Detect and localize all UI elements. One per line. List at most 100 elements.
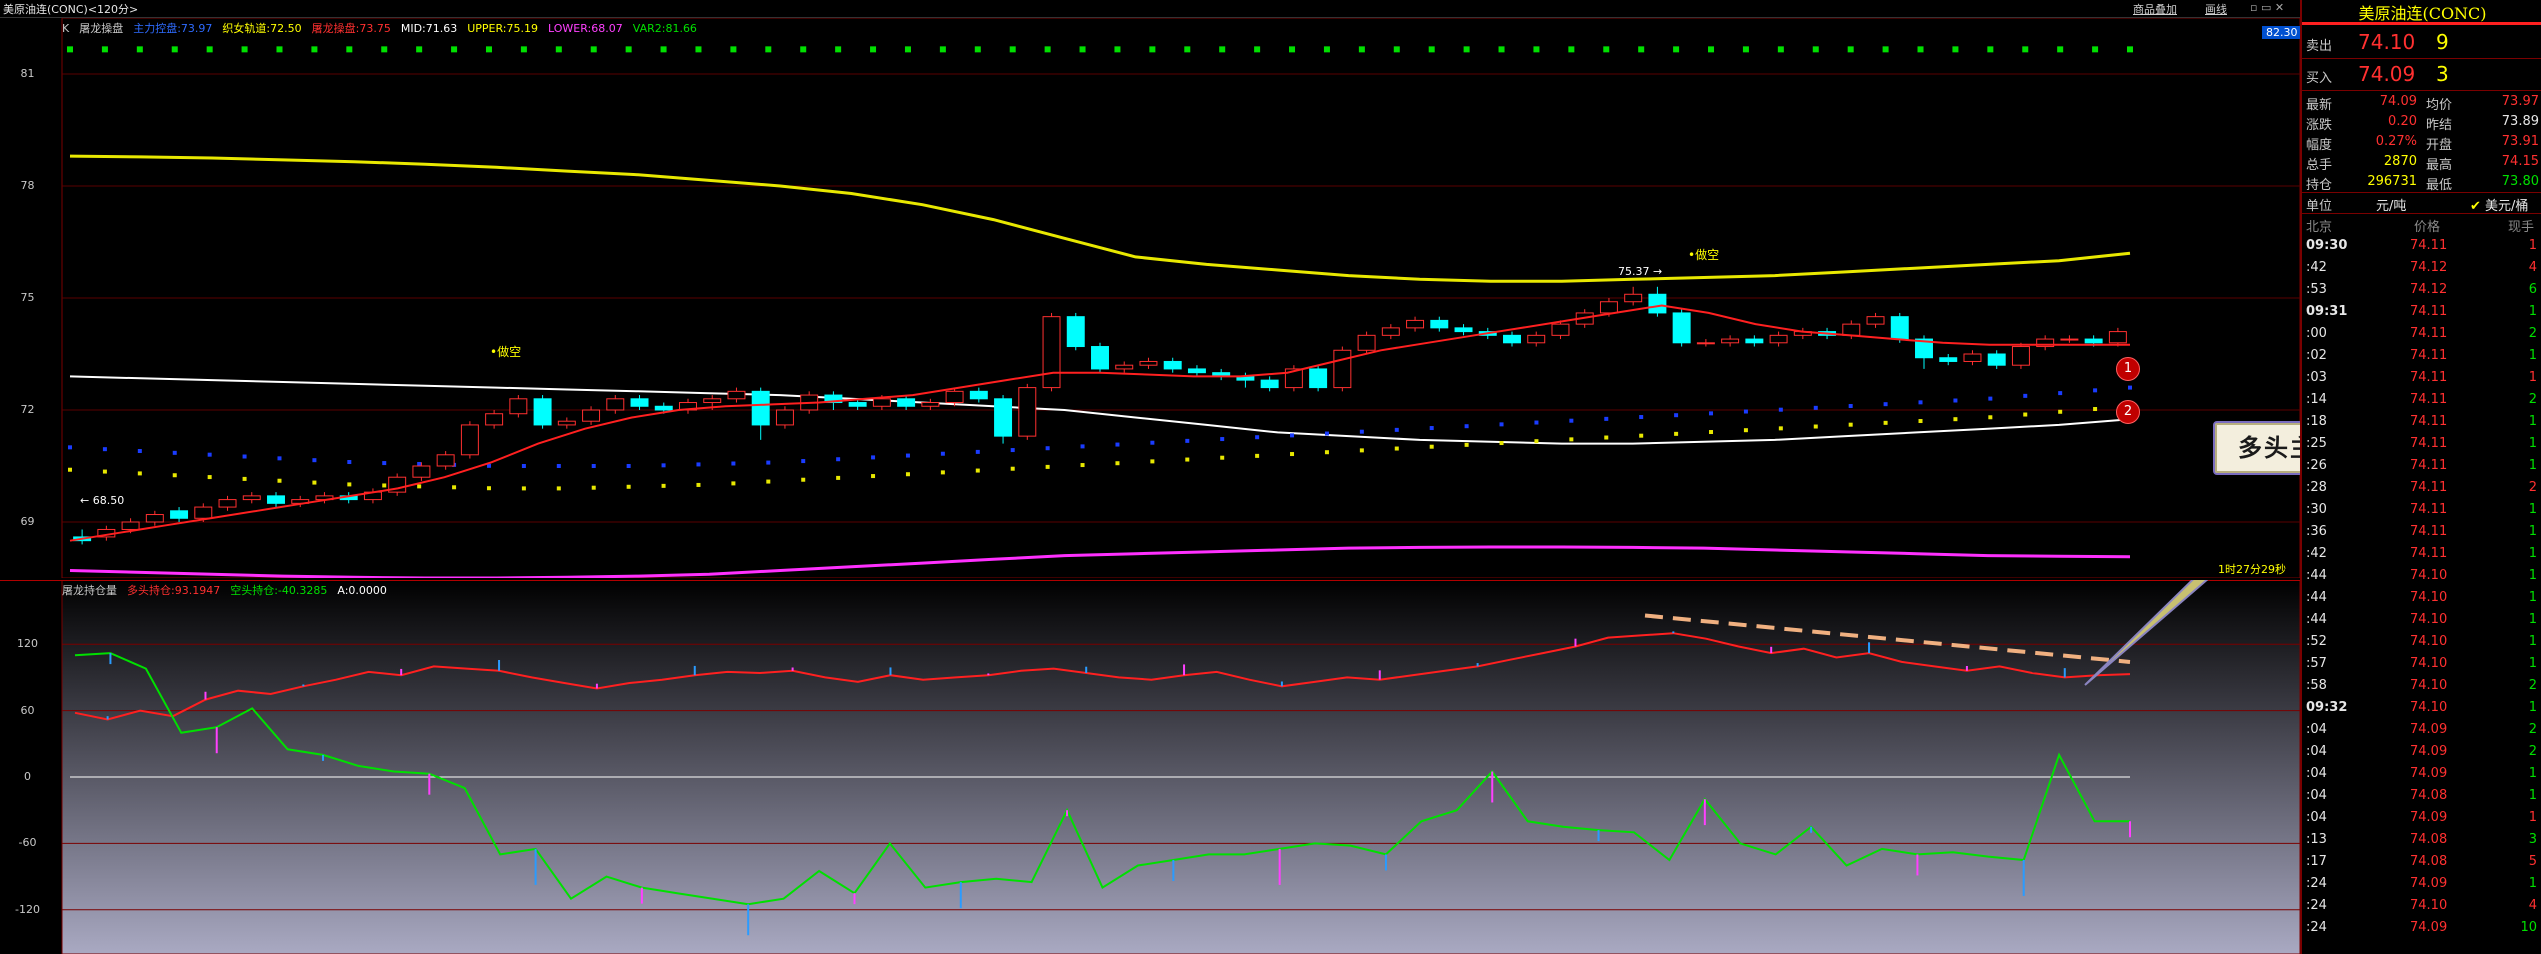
tick-volume: 1 (2528, 590, 2537, 605)
overlay-menu[interactable]: 商品叠加 (2133, 1, 2177, 17)
tick-price: 74.10 (2410, 678, 2448, 693)
low-label: ← 68.50 (80, 494, 125, 507)
var2-dot (1149, 46, 1156, 53)
y-tick-label: 78 (20, 179, 35, 192)
sell-volume: 9 (2436, 30, 2449, 54)
candle-body (848, 402, 867, 407)
tick-price: 74.10 (2410, 634, 2448, 649)
tick-row: :52 74.10 1 (2302, 632, 2541, 654)
sub-y-tick-label: -120 (15, 902, 40, 916)
var2-dot (625, 46, 632, 53)
unit-option[interactable]: ✔ 美元/桶 (2470, 195, 2528, 214)
candle-body (1599, 301, 1618, 314)
control-dot (1848, 404, 1853, 409)
tick-time: :57 (2306, 656, 2327, 671)
track-dot (1883, 420, 1888, 425)
candle-body (1042, 316, 1061, 389)
control-dot (242, 454, 247, 459)
track-dot (836, 475, 841, 480)
candle-body (1696, 342, 1715, 345)
stat-row: 涨跌 0.20 昨结 73.89 (2302, 112, 2541, 133)
control-dot (905, 453, 910, 458)
main_panel-legend-item: 屠龙操盘:73.75 (311, 22, 391, 35)
buy-volume: 3 (2436, 62, 2449, 86)
tick-volume: 6 (2528, 282, 2537, 297)
tick-time: :28 (2306, 480, 2327, 495)
stat-label: 幅度 (2306, 138, 2333, 153)
position-chart[interactable] (0, 580, 2300, 954)
candle-body (194, 506, 213, 519)
tick-time: :04 (2306, 788, 2327, 803)
stat-value: 0.20 (2388, 114, 2417, 129)
unit-value[interactable]: 元/吨 (2376, 195, 2406, 214)
quote-title: 美原油连(CONC) (2302, 0, 2541, 25)
control-dot (1045, 446, 1050, 451)
tick-time: :52 (2306, 634, 2327, 649)
track-dot (2023, 412, 2028, 417)
candle-body (945, 390, 964, 404)
marker-badge-2: 2 (2116, 400, 2140, 424)
track-dot (1674, 431, 1679, 436)
var2-dot (1673, 46, 1680, 53)
var2-dot (67, 46, 73, 53)
tick-time: :24 (2306, 898, 2327, 913)
draw-menu[interactable]: 画线 (2205, 1, 2227, 17)
tick-volume: 2 (2528, 722, 2537, 737)
stat-label: 最高 (2426, 158, 2453, 173)
stat-value: 73.97 (2501, 94, 2539, 109)
stat-value: 74.15 (2501, 154, 2539, 169)
buy-label: 买入 (2306, 71, 2333, 86)
var2-dot (730, 46, 737, 53)
var2-dot (555, 46, 562, 53)
var2-dot (276, 46, 283, 53)
control-dot (1185, 438, 1190, 443)
tick-row: :02 74.11 1 (2302, 346, 2541, 368)
var2-dot (520, 46, 527, 53)
control-dot (556, 464, 561, 468)
control-dot (661, 463, 666, 468)
track-dot (1813, 424, 1818, 429)
tick-price: 74.11 (2410, 480, 2448, 495)
candle-body (1430, 319, 1449, 329)
candlestick-chart[interactable] (0, 18, 2300, 578)
control-dot (1743, 409, 1748, 414)
control-dot (940, 451, 945, 456)
track-dot (1290, 452, 1295, 457)
var2-dot (346, 46, 353, 53)
candle-body (1527, 334, 1546, 344)
control-dot (2128, 385, 2132, 390)
var2-dot (1777, 46, 1784, 53)
tick-volume: 1 (2528, 524, 2537, 539)
candle-body (170, 510, 189, 519)
window-buttons[interactable]: ▫ ▭ ✕ (2250, 1, 2284, 14)
countdown-timer: 1时27分29秒 (2218, 563, 2286, 576)
tick-row: :24 74.10 4 (2302, 896, 2541, 918)
track-dot (1464, 442, 1469, 447)
track-dot (1848, 422, 1853, 427)
candle-body (921, 402, 940, 407)
tick-row: :14 74.11 2 (2302, 390, 2541, 412)
tick-time: :00 (2306, 326, 2327, 341)
var2-dot (136, 46, 143, 53)
y-tick-label: 72 (20, 403, 35, 416)
track-dot (1778, 426, 1783, 431)
tick-row: :44 74.10 1 (2302, 588, 2541, 610)
track-dot (1359, 448, 1364, 453)
tick-time: :42 (2306, 260, 2327, 275)
candle-body (1139, 360, 1158, 366)
tick-row: :44 74.10 1 (2302, 566, 2541, 588)
tick-row: :30 74.11 1 (2302, 500, 2541, 522)
tick-volume: 2 (2528, 744, 2537, 759)
tick-row: :44 74.10 1 (2302, 610, 2541, 632)
control-dot (1674, 413, 1679, 418)
tick-price: 74.09 (2410, 744, 2448, 759)
var2-dot (416, 46, 423, 53)
sub-y-tick-label: 120 (17, 637, 38, 651)
control-dot (1499, 422, 1504, 427)
var2-dot (171, 46, 178, 53)
tick-price: 74.11 (2410, 326, 2448, 341)
control-dot (1010, 448, 1015, 453)
tick-time: :53 (2306, 282, 2327, 297)
tick-price: 74.11 (2410, 458, 2448, 473)
candle-body (751, 390, 770, 426)
